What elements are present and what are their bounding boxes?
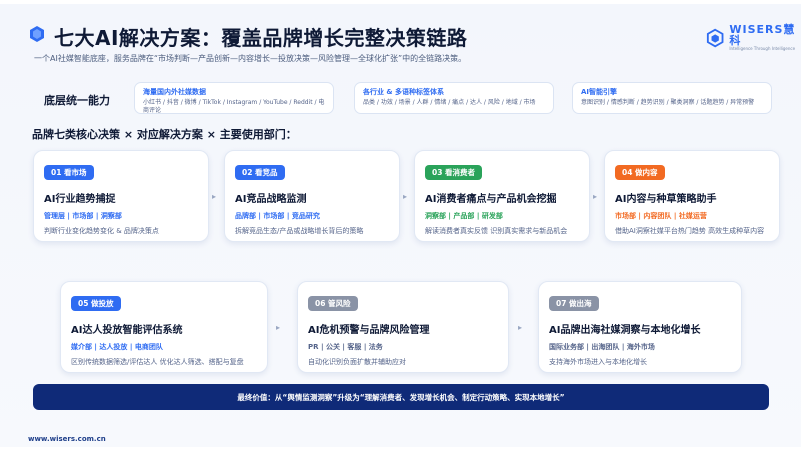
- card-description: 判断行业变化趋势变化 & 品牌决策点: [44, 227, 159, 235]
- card-title: AI竞品战略监测: [235, 194, 307, 205]
- solution-card-market: 01 看市场 AI行业趋势捕捉 管理层 | 市场部 | 洞察部 判断行业变化趋势…: [33, 150, 209, 242]
- card-departments: 市场部 | 内容团队 | 社媒运营: [615, 212, 707, 220]
- card-description: 解读消费者真实反馈 识别真实需求与新品机会: [425, 227, 568, 235]
- capability-box-engine: AI智能引擎 意图识别 / 情感判断 / 趋势识别 / 聚类洞察 / 话题趋势 …: [572, 82, 772, 114]
- capability-box-head: 各行业 & 多语种标签体系: [363, 88, 444, 96]
- card-departments: PR | 公关 | 客服 | 法务: [308, 343, 383, 351]
- card-badge: 05 做投放: [71, 296, 121, 311]
- card-title: AI危机预警与品牌风险管理: [308, 325, 430, 336]
- card-departments: 媒介部 | 达人投放 | 电商团队: [71, 343, 163, 351]
- card-badge: 07 做出海: [549, 296, 599, 311]
- solution-card-content: 04 做内容 AI内容与种草策略助手 市场部 | 内容团队 | 社媒运营 借助A…: [604, 150, 780, 242]
- page-subtitle: 一个AI社媒智能底座，服务品牌在“市场判断—产品创新—内容增长—投放决策—风险管…: [34, 54, 467, 63]
- solution-card-consumer: 03 看消费者 AI消费者痛点与产品机会挖掘 洞察部 | 产品部 | 研发部 解…: [414, 150, 590, 242]
- capability-box-data: 海量国内外社媒数据 小红书 / 抖音 / 微博 / TikTok / Insta…: [134, 82, 334, 114]
- brand-tagline: Intelligence Through Intelligence: [729, 46, 796, 51]
- card-badge: 04 做内容: [615, 165, 665, 180]
- final-value-banner: 最终价值：从“舆情监测洞察”升级为“理解消费者、发现增长机会、制定行动策略、实现…: [33, 384, 769, 410]
- wisers-logo-icon: [706, 28, 724, 47]
- capability-box-body: 小红书 / 抖音 / 微博 / TikTok / Instagram / You…: [143, 99, 325, 114]
- section-title: 品牌七类核心决策 × 对应解决方案 × 主要使用部门：: [32, 128, 297, 141]
- capability-box-body: 意图识别 / 情感判断 / 趋势识别 / 聚类洞察 / 话题趋势 / 异常预警: [581, 99, 755, 106]
- card-departments: 国际业务部 | 出海团队 | 海外市场: [549, 343, 655, 351]
- arrow-right-icon: ▸: [593, 192, 598, 201]
- capability-box-body: 品类 / 功效 / 场景 / 人群 / 情绪 / 痛点 / 达人 / 风险 / …: [363, 99, 536, 106]
- card-badge: 02 看竞品: [235, 165, 285, 180]
- card-departments: 品牌部 | 市场部 | 竞品研究: [235, 212, 320, 220]
- arrow-right-icon: ▸: [518, 323, 523, 332]
- solution-card-ads: 05 做投放 AI达人投放智能评估系统 媒介部 | 达人投放 | 电商团队 区别…: [60, 281, 268, 373]
- card-departments: 管理层 | 市场部 | 洞察部: [44, 212, 122, 220]
- card-description: 支持海外市场进入与本地化增长: [549, 358, 647, 366]
- card-title: AI消费者痛点与产品机会挖掘: [425, 194, 557, 205]
- brand-name: WISERS慧科: [729, 23, 796, 47]
- hexagon-logo-icon: [30, 26, 44, 42]
- card-badge: 03 看消费者: [425, 165, 483, 180]
- solution-card-global: 07 做出海 AI品牌出海社媒洞察与本地化增长 国际业务部 | 出海团队 | 海…: [538, 281, 742, 373]
- capability-box-tags: 各行业 & 多语种标签体系 品类 / 功效 / 场景 / 人群 / 情绪 / 痛…: [354, 82, 554, 114]
- solution-card-risk: 06 管风险 AI危机预警与品牌风险管理 PR | 公关 | 客服 | 法务 自…: [297, 281, 509, 373]
- card-badge: 01 看市场: [44, 165, 94, 180]
- slide-page: 七大AI解决方案：覆盖品牌增长完整决策链路 WISERS慧科 Intellige…: [0, 0, 801, 452]
- card-title: AI行业趋势捕捉: [44, 194, 116, 205]
- capability-label: 底层统一能力: [44, 94, 110, 107]
- card-title: AI内容与种草策略助手: [615, 194, 717, 205]
- website-url[interactable]: www.wisers.com.cn: [28, 435, 106, 443]
- capability-box-head: 海量国内外社媒数据: [143, 88, 206, 96]
- card-description: 区别传统数据筛选/评估达人 优化达人筛选、搭配与复盘: [71, 358, 244, 366]
- arrow-right-icon: ▸: [212, 192, 217, 201]
- arrow-right-icon: ▸: [276, 323, 281, 332]
- card-departments: 洞察部 | 产品部 | 研发部: [425, 212, 503, 220]
- card-badge: 06 管风险: [308, 296, 358, 311]
- brand-logo: WISERS慧科 Intelligence Through Intelligen…: [706, 24, 801, 51]
- solution-card-competitor: 02 看竞品 AI竞品战略监测 品牌部 | 市场部 | 竞品研究 拆解竞品生态/…: [224, 150, 400, 242]
- card-title: AI达人投放智能评估系统: [71, 325, 183, 336]
- arrow-right-icon: ▸: [403, 192, 408, 201]
- card-description: 拆解竞品生态/产品或战略增长背后的策略: [235, 227, 364, 235]
- card-description: 自动化识别负面扩散并辅助应对: [308, 358, 406, 366]
- card-title: AI品牌出海社媒洞察与本地化增长: [549, 325, 701, 336]
- page-title: 七大AI解决方案：覆盖品牌增长完整决策链路: [54, 26, 468, 50]
- card-description: 借助AI洞察社媒平台热门趋势 高效生成种草内容: [615, 227, 765, 235]
- capability-box-head: AI智能引擎: [581, 88, 618, 96]
